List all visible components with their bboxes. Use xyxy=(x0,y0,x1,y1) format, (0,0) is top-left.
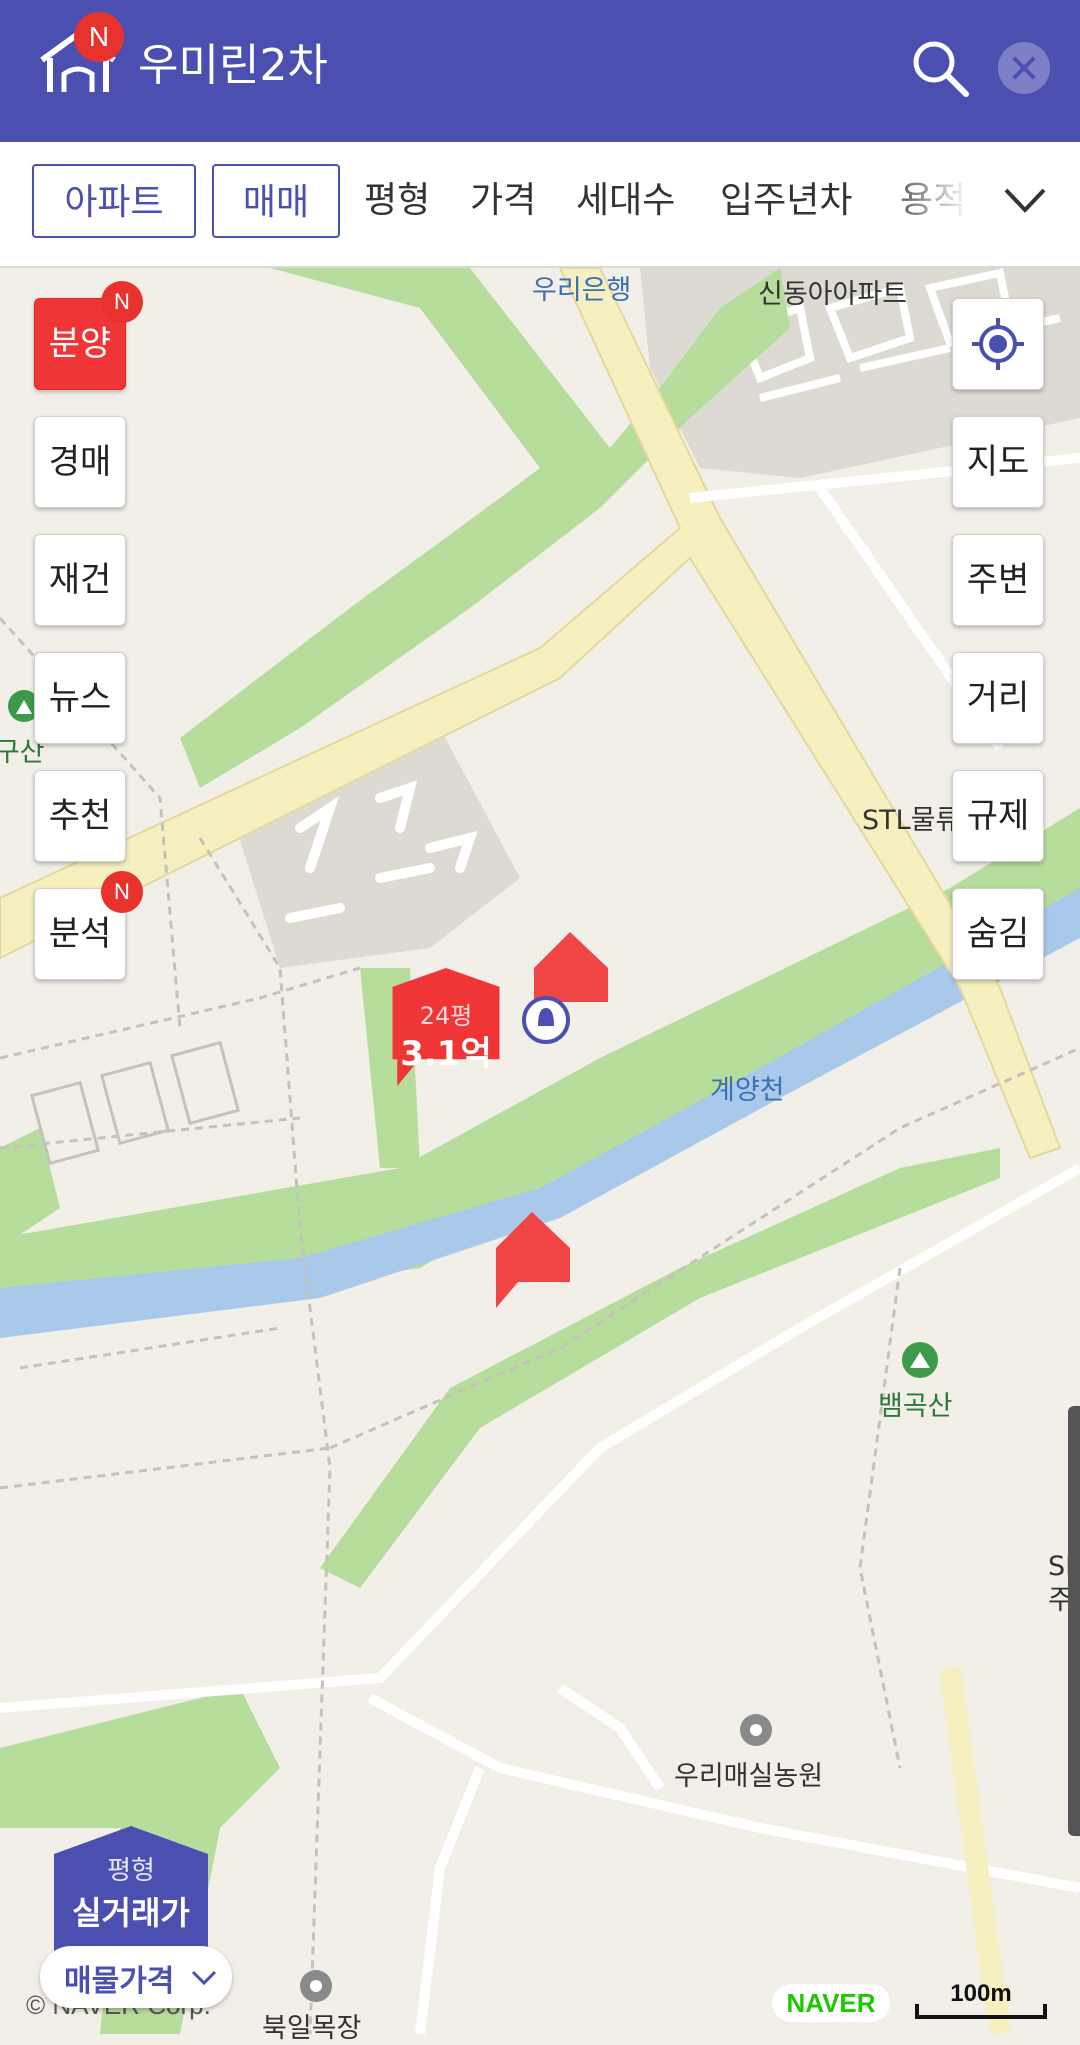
app-header: N 우미린2차 xyxy=(0,0,1080,142)
filter-fade xyxy=(880,142,1080,266)
price-type-big: 실거래가 xyxy=(72,1894,190,1932)
filter-price[interactable]: 가격 xyxy=(470,164,536,238)
map-label-mountain[interactable]: 뱀곡산 xyxy=(878,1384,953,1423)
price-marker-price: 3.1억 xyxy=(400,1034,492,1074)
map-label-farm[interactable]: 우리매실농원 xyxy=(674,1754,823,1793)
price-marker[interactable]: 24평 3.1억 xyxy=(378,968,514,1118)
map-label-stream[interactable]: 계양천 xyxy=(710,1068,785,1107)
filter-chip-apartment[interactable]: 아파트 xyxy=(32,164,196,238)
filter-households[interactable]: 세대수 xyxy=(576,164,675,238)
left-button-analysis[interactable]: 분석 N xyxy=(34,871,143,980)
map-view[interactable]: 우리은행 신동아아파트 장구산 STL물류센터 계양천 뱀곡산 우리매실농원 북… xyxy=(0,268,1080,2044)
left-button-auction[interactable]: 경매 xyxy=(34,416,126,508)
naver-logo: NAVER xyxy=(772,1984,890,2022)
page-title: 우미린2차 xyxy=(138,40,328,91)
chevron-down-icon[interactable] xyxy=(1000,180,1050,220)
new-badge: N xyxy=(74,12,124,62)
left-button-label: 분양 xyxy=(48,324,112,364)
filter-size[interactable]: 평형 xyxy=(364,164,430,238)
close-icon[interactable] xyxy=(998,42,1050,94)
map-label-apartment[interactable]: 신동아아파트 xyxy=(758,272,907,311)
left-button-reconstruction[interactable]: 재건 xyxy=(34,534,126,626)
left-button-presale[interactable]: 분양 N xyxy=(34,281,143,390)
right-button-distance[interactable]: 거리 xyxy=(952,652,1044,744)
scale-line xyxy=(915,2004,1047,2019)
map-label-ranch[interactable]: 북일목장 xyxy=(262,2006,361,2045)
scale-bar: 100m xyxy=(914,1980,1048,2020)
chevron-down-icon xyxy=(191,1970,217,1986)
map-canvas[interactable] xyxy=(0,268,1080,2034)
filter-chip-trade[interactable]: 매매 xyxy=(212,164,340,238)
left-button-news[interactable]: 뉴스 xyxy=(34,652,126,744)
listing-price-toggle[interactable]: 매물가격 xyxy=(40,1946,232,2008)
search-icon[interactable] xyxy=(910,38,970,98)
left-button-label: 분석 xyxy=(48,914,112,954)
locate-icon xyxy=(972,318,1024,370)
locate-button[interactable] xyxy=(952,298,1044,390)
map-label-bank[interactable]: 우리은행 xyxy=(532,268,631,307)
listing-price-label: 매물가격 xyxy=(64,1964,175,1999)
right-button-map[interactable]: 지도 xyxy=(952,416,1044,508)
left-button-recommend[interactable]: 추천 xyxy=(34,770,126,862)
right-button-regulation[interactable]: 규제 xyxy=(952,770,1044,862)
price-type-small: 평형 xyxy=(107,1856,155,1886)
new-badge: N xyxy=(101,871,143,913)
price-type-button[interactable]: 평형 실거래가 xyxy=(54,1826,208,1956)
right-button-nearby[interactable]: 주변 xyxy=(952,534,1044,626)
filter-bar: 아파트 매매 평형 가격 세대수 입주년차 용적 xyxy=(0,142,1080,268)
right-button-hide[interactable]: 숨김 xyxy=(952,888,1044,980)
drawer-handle[interactable] xyxy=(1068,1406,1080,1836)
new-badge: N xyxy=(101,281,143,323)
filter-age[interactable]: 입주년차 xyxy=(720,164,852,238)
